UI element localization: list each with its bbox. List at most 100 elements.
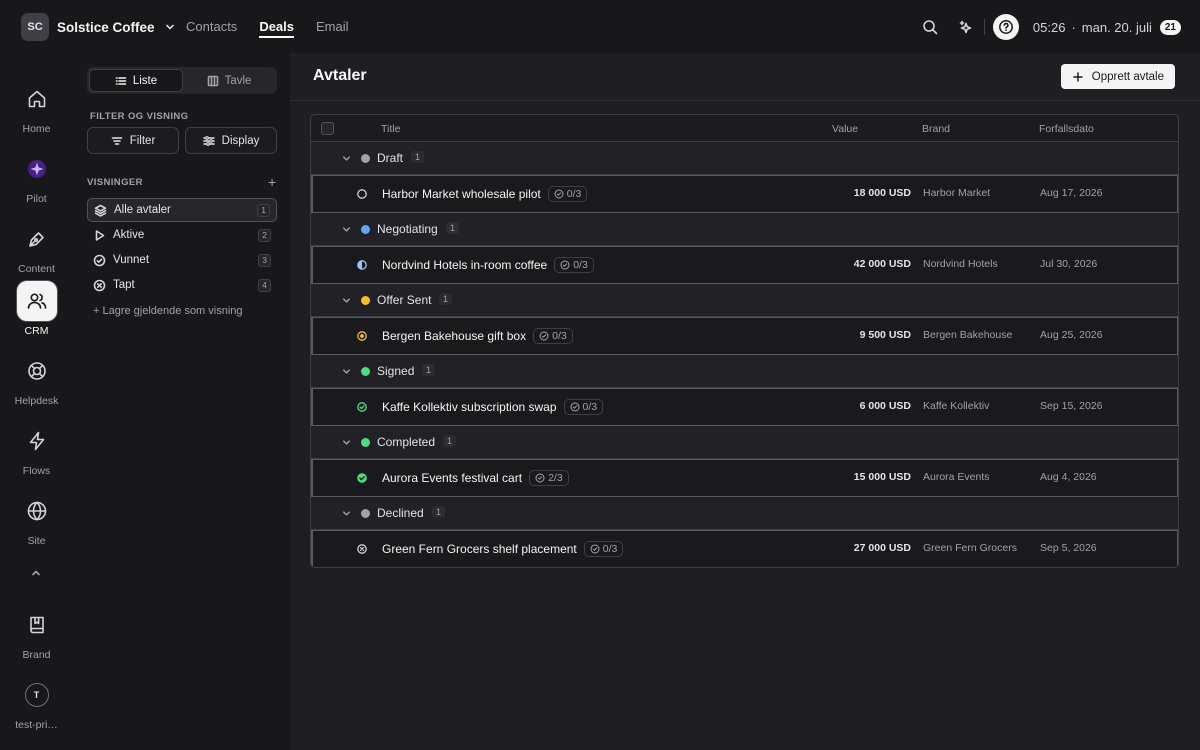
filter-heading: FILTER OG VISNING (90, 111, 189, 122)
user-avatar-wrap: T (17, 675, 57, 715)
view-count: 3 (258, 253, 271, 267)
col-title[interactable]: Title (381, 123, 400, 135)
help-icon[interactable] (992, 14, 1019, 40)
deal-title[interactable]: Nordvind Hotels in-room coffee (382, 258, 547, 272)
deal-status-declined-icon (356, 543, 368, 555)
view-mode-label: Tavle (224, 74, 252, 87)
view-count: 1 (257, 203, 270, 217)
chevron-down-icon[interactable] (341, 508, 352, 519)
divider (983, 19, 985, 35)
deals-table: Title Value Brand Forfallsdato Draft 1 Har… (310, 114, 1179, 568)
rail-item-crm[interactable]: CRM (0, 281, 73, 337)
chevron-down-icon (164, 21, 176, 33)
view-item-won[interactable]: Vunnet 3 (87, 248, 277, 272)
rail-item-brand[interactable]: Brand (0, 605, 73, 661)
col-brand[interactable]: Brand (922, 123, 950, 135)
group-row-offer-sent[interactable]: Offer Sent 1 (311, 284, 1178, 317)
deal-title[interactable]: Kaffe Kollektiv subscription swap (382, 400, 557, 414)
rail-label: Site (27, 535, 46, 547)
add-view-button[interactable]: + (268, 174, 276, 190)
deal-row[interactable]: Aurora Events festival cart 2/3 15 000 USD… (311, 459, 1178, 497)
table-header: Title Value Brand Forfallsdato (311, 115, 1178, 142)
group-row-declined[interactable]: Declined 1 (311, 497, 1178, 530)
avatar: T (24, 683, 49, 707)
deal-row[interactable]: Kaffe Kollektiv subscription swap 0/3 6 00… (311, 388, 1178, 426)
task-progress-badge: 0/3 (533, 328, 573, 344)
deal-title[interactable]: Harbor Market wholesale pilot (382, 187, 541, 201)
deal-due-date: Sep 5, 2026 (1040, 542, 1097, 554)
org-switcher[interactable]: SC Solstice Coffee (21, 13, 176, 41)
group-status-dot (361, 438, 370, 447)
deal-title[interactable]: Green Fern Grocers shelf placement (382, 542, 577, 556)
topnav-contacts[interactable]: Contacts (186, 15, 237, 38)
deal-row[interactable]: Bergen Bakehouse gift box 0/3 9 500 USD Ber… (311, 317, 1178, 355)
deal-row[interactable]: Nordvind Hotels in-room coffee 0/3 42 000 … (311, 246, 1178, 284)
rail-item-pilot[interactable]: Pilot (0, 149, 73, 205)
deal-row[interactable]: Harbor Market wholesale pilot 0/3 18 000 U… (311, 175, 1178, 213)
view-item-lost[interactable]: Tapt 4 (87, 273, 277, 297)
deal-title[interactable]: Bergen Bakehouse gift box (382, 329, 526, 343)
filter-icon (111, 135, 123, 147)
view-item-active[interactable]: Aktive 2 (87, 223, 277, 247)
crm-sidebar: Liste Tavle FILTER OG VISNING Filter Dis… (73, 53, 290, 750)
chevron-down-icon[interactable] (341, 366, 352, 377)
group-row-signed[interactable]: Signed 1 (311, 355, 1178, 388)
deal-brand[interactable]: Harbor Market (923, 187, 990, 199)
board-icon (207, 75, 219, 87)
create-deal-button[interactable]: Opprett avtale (1060, 64, 1175, 89)
chevron-down-icon[interactable] (341, 224, 352, 235)
rail-item-home[interactable]: Home (0, 79, 73, 135)
rail-item-user[interactable]: T test-pri… (0, 675, 73, 731)
display-button[interactable]: Display (185, 127, 277, 154)
search-icon[interactable] (916, 13, 944, 41)
deal-brand[interactable]: Kaffe Kollektiv (923, 400, 989, 412)
deal-row[interactable]: Green Fern Grocers shelf placement 0/3 27 … (311, 530, 1178, 567)
filter-button[interactable]: Filter (87, 127, 179, 154)
chevron-up-icon[interactable] (28, 565, 44, 581)
x-circle-icon (93, 279, 107, 292)
task-check-icon (560, 260, 570, 270)
rail-label: CRM (24, 325, 49, 337)
rail-item-flows[interactable]: Flows (0, 421, 73, 477)
globe-icon (17, 491, 57, 531)
chevron-down-icon[interactable] (341, 295, 352, 306)
deal-due-date: Aug 17, 2026 (1040, 187, 1103, 199)
rail-item-helpdesk[interactable]: Helpdesk (0, 351, 73, 407)
save-view-link[interactable]: + Lagre gjeldende som visning (93, 305, 243, 317)
chevron-down-icon[interactable] (341, 437, 352, 448)
view-label: Tapt (113, 279, 135, 291)
deal-status-draft-icon (356, 188, 368, 200)
col-value[interactable]: Value (832, 123, 858, 135)
chevron-down-icon[interactable] (341, 153, 352, 164)
rail-label: Home (22, 123, 51, 135)
main-header: Avtaler Opprett avtale (290, 53, 1200, 101)
view-item-all[interactable]: Alle avtaler 1 (87, 198, 277, 222)
deal-brand[interactable]: Nordvind Hotels (923, 258, 998, 270)
day-badge: 21 (1159, 19, 1181, 35)
deal-title[interactable]: Aurora Events festival cart (382, 471, 522, 485)
deal-brand[interactable]: Bergen Bakehouse (923, 329, 1012, 341)
deal-brand[interactable]: Green Fern Grocers (923, 542, 1017, 554)
topnav-email[interactable]: Email (316, 15, 349, 38)
views-heading: VISNINGER (87, 177, 143, 188)
view-mode-board[interactable]: Tavle (183, 69, 275, 92)
group-row-draft[interactable]: Draft 1 (311, 142, 1178, 175)
group-row-negotiating[interactable]: Negotiating 1 (311, 213, 1178, 246)
rail-item-site[interactable]: Site (0, 491, 73, 547)
deal-brand[interactable]: Aurora Events (923, 471, 990, 483)
clock-date: man. 20. juli (1081, 19, 1152, 35)
task-progress: 2/3 (548, 472, 563, 484)
org-name: Solstice Coffee (57, 19, 155, 35)
select-all-checkbox[interactable] (321, 122, 334, 135)
group-status-dot (361, 225, 370, 234)
view-mode-list[interactable]: Liste (89, 69, 183, 92)
col-due[interactable]: Forfallsdato (1039, 123, 1094, 135)
sparkle-icon[interactable] (950, 13, 978, 41)
rail-item-content[interactable]: Content (0, 219, 73, 275)
topnav-deals[interactable]: Deals (259, 15, 294, 38)
deal-title-cell: Bergen Bakehouse gift box 0/3 (382, 328, 573, 344)
view-mode-toggle: Liste Tavle (87, 67, 277, 94)
group-name: Draft (377, 151, 404, 165)
group-row-completed[interactable]: Completed 1 (311, 426, 1178, 459)
deal-title-cell: Green Fern Grocers shelf placement 0/3 (382, 541, 624, 557)
